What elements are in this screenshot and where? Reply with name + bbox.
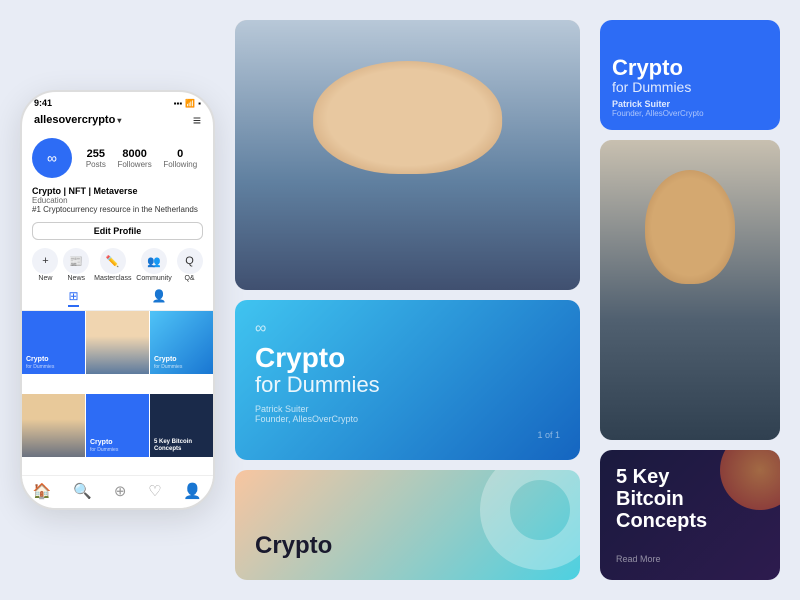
status-icons: ▪▪▪ 📶 ▪ (174, 99, 201, 108)
asian-man-card (600, 140, 780, 440)
bio-category: Education (32, 196, 203, 205)
qa-icon: Q (177, 248, 203, 274)
battery-icon: ▪ (198, 99, 201, 108)
crypto-title: Crypto (255, 344, 560, 372)
page-number: 1 of 1 (537, 430, 560, 440)
crypto-logo-icon: ∞ (255, 320, 560, 338)
action-new[interactable]: + New (32, 248, 58, 282)
grid-crypto-title-2: Crypto (154, 356, 209, 364)
action-icons-row: + New 📰 News ✏️ Masterclass 👥 Community … (22, 244, 213, 286)
following-label: Following (163, 160, 197, 169)
profile-bio: Crypto | NFT | Metaverse Education #1 Cr… (22, 184, 213, 218)
profile-section: ∞ 255 Posts 8000 Followers 0 Following (22, 132, 213, 184)
following-count: 0 (177, 148, 183, 160)
read-more-link[interactable]: Read More (616, 554, 764, 564)
profile-header: allesovercrypto ▾ ≡ (22, 110, 213, 132)
crypto-dummies-card[interactable]: ∞ Crypto for Dummies Patrick Suiter Foun… (235, 300, 580, 460)
time-display: 9:41 (34, 98, 52, 108)
blue-crypto-subtitle: for Dummies (612, 79, 768, 95)
grid-cell-crypto-dummies-1[interactable]: Crypto for Dummies (22, 311, 85, 374)
qa-label: Q& (184, 275, 194, 282)
action-masterclass[interactable]: ✏️ Masterclass (94, 248, 131, 282)
crypto-text-block: Crypto for Dummies (255, 344, 560, 398)
edit-profile-button[interactable]: Edit Profile (32, 222, 203, 240)
nav-home-icon[interactable]: 🏠 (33, 482, 52, 500)
blue-crypto-card[interactable]: Crypto for Dummies Patrick Suiter Founde… (600, 20, 780, 130)
bearded-man-card (235, 20, 580, 290)
right-column: Crypto for Dummies Patrick Suiter Founde… (600, 20, 780, 580)
bitcoin-card[interactable]: 5 Key Bitcoin Concepts Read More (600, 450, 780, 580)
asian-man-photo (600, 140, 780, 440)
crypto-author-block: Patrick Suiter Founder, AllesOverCrypto (255, 404, 560, 424)
posts-label: Posts (86, 160, 106, 169)
avatar-icon: ∞ (47, 150, 57, 166)
crypto-subtitle: for Dummies (255, 372, 560, 398)
chevron-down-icon: ▾ (117, 116, 121, 125)
crypto-bottom-card[interactable]: Crypto (235, 470, 580, 580)
grid-crypto-sub-3: for Dummies (90, 447, 145, 453)
blue-author-name: Patrick Suiter (612, 99, 768, 109)
grid-cell-bitcoin[interactable]: 5 Key Bitcoin Concepts (150, 394, 213, 457)
signal-icon: ▪▪▪ (174, 99, 183, 108)
phone-mockup: 9:41 ▪▪▪ 📶 ▪ allesovercrypto ▾ ≡ ∞ 255 (20, 90, 215, 510)
action-qa[interactable]: Q Q& (177, 248, 203, 282)
community-label: Community (136, 275, 171, 282)
crypto-author-role: Founder, AllesOverCrypto (255, 414, 560, 424)
news-label: News (68, 275, 86, 282)
nav-profile-icon[interactable]: 👤 (183, 482, 202, 500)
status-bar: 9:41 ▪▪▪ 📶 ▪ (22, 92, 213, 110)
action-community[interactable]: 👥 Community (136, 248, 171, 282)
followers-label: Followers (117, 160, 151, 169)
masterclass-icon: ✏️ (100, 248, 126, 274)
new-icon: + (32, 248, 58, 274)
grid-crypto-sub-1: for Dummies (26, 364, 81, 370)
bio-description: #1 Cryptocurrency resource in the Nether… (32, 205, 203, 214)
followers-count: 8000 (122, 148, 146, 160)
masterclass-label: Masterclass (94, 275, 131, 282)
grid-crypto-title-3: Crypto (90, 439, 145, 447)
grid-cell-asian-photo[interactable] (22, 394, 85, 457)
bitcoin-title: 5 Key Bitcoin Concepts (616, 466, 764, 532)
grid-cell-bearded-photo[interactable] (86, 311, 149, 374)
instagram-phone: 9:41 ▪▪▪ 📶 ▪ allesovercrypto ▾ ≡ ∞ 255 (20, 90, 215, 510)
avatar: ∞ (32, 138, 72, 178)
blue-crypto-title: Crypto (612, 57, 768, 79)
posts-count: 255 (87, 148, 105, 160)
bearded-person-image (86, 311, 149, 374)
following-stat: 0 Following (163, 148, 197, 169)
news-icon: 📰 (63, 248, 89, 274)
nav-heart-icon[interactable]: ♡ (148, 482, 161, 500)
photo-grid: Crypto for Dummies Crypto for Dummies Cr… (22, 311, 213, 475)
stats-row: 255 Posts 8000 Followers 0 Following (80, 148, 203, 169)
new-label: New (38, 275, 52, 282)
bio-name: Crypto | NFT | Metaverse (32, 186, 203, 196)
asian-person-image (22, 394, 85, 457)
hamburger-icon[interactable]: ≡ (193, 112, 201, 128)
grid-bitcoin-title: 5 Key Bitcoin Concepts (154, 439, 209, 452)
followers-stat: 8000 Followers (117, 148, 151, 169)
crypto-author-name: Patrick Suiter (255, 404, 560, 414)
posts-stat: 255 Posts (86, 148, 106, 169)
grid-view-icon[interactable]: ⊞ (68, 289, 78, 307)
wifi-icon: 📶 (185, 99, 195, 108)
grid-toggle: ⊞ 👤 (22, 286, 213, 311)
list-view-icon[interactable]: 👤 (152, 289, 167, 307)
action-news[interactable]: 📰 News (63, 248, 89, 282)
blue-author-role: Founder, AllesOverCrypto (612, 109, 768, 118)
nav-add-icon[interactable]: ⊕ (114, 482, 127, 500)
grid-cell-crypto-dummies-3[interactable]: Crypto for Dummies (86, 394, 149, 457)
bearded-man-photo (235, 20, 580, 290)
grid-crypto-sub-2: for Dummies (154, 364, 209, 370)
phone-nav-bar: 🏠 🔍 ⊕ ♡ 👤 (22, 475, 213, 508)
username-text: allesovercrypto (34, 114, 115, 126)
community-icon: 👥 (141, 248, 167, 274)
middle-column: ∞ Crypto for Dummies Patrick Suiter Foun… (235, 20, 580, 580)
nav-search-icon[interactable]: 🔍 (73, 482, 92, 500)
grid-crypto-title-1: Crypto (26, 356, 81, 364)
grid-cell-crypto-dummies-2[interactable]: Crypto for Dummies (150, 311, 213, 374)
username-container[interactable]: allesovercrypto ▾ (34, 114, 121, 126)
